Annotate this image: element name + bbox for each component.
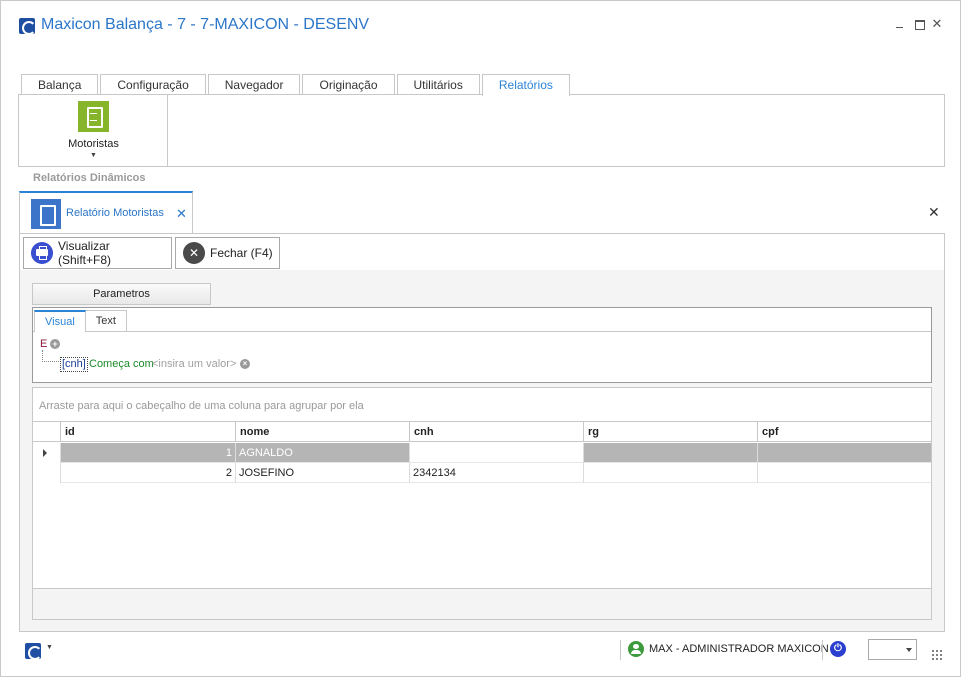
- status-divider: [822, 640, 823, 660]
- ribbon-tabs: Balança Configuração Navegador Originaçã…: [21, 74, 572, 96]
- maxicon-logo-icon: [19, 18, 36, 35]
- section-label: Relatórios Dinâmicos: [33, 172, 146, 184]
- remove-condition-icon[interactable]: ×: [240, 359, 250, 369]
- filter-value-input[interactable]: <insira um valor>: [152, 358, 236, 370]
- logout-power-icon[interactable]: ⏻: [830, 641, 846, 657]
- report-document-icon: [78, 101, 109, 132]
- tab-navegador[interactable]: Navegador: [207, 74, 301, 95]
- column-header-nome[interactable]: nome: [235, 422, 409, 442]
- document-area: Visualizar (Shift+F8) ✕ Fechar (F4) Para…: [19, 233, 945, 632]
- user-icon: [628, 641, 644, 657]
- maxicon-logo-icon[interactable]: [25, 643, 42, 660]
- filter-tree-connector: [42, 350, 59, 362]
- filter-tabs: Visual Text: [34, 310, 127, 332]
- cell-id[interactable]: 2: [60, 463, 235, 483]
- app-window: Maxicon Balança - 7 - 7-MAXICON - DESENV…: [0, 0, 961, 677]
- table-row[interactable]: 1 AGNALDO: [33, 443, 931, 463]
- tab-balanca[interactable]: Balança: [21, 74, 99, 95]
- table-row[interactable]: 2 JOSEFINO 2342134: [33, 463, 931, 483]
- printer-icon: [31, 242, 53, 264]
- preview-button-label: Visualizar (Shift+F8): [58, 239, 112, 267]
- row-indicator: [33, 443, 60, 463]
- dropdown-caret-icon[interactable]: ▼: [46, 644, 53, 651]
- column-header-cpf[interactable]: cpf: [757, 422, 931, 442]
- row-indicator: [33, 463, 60, 483]
- minimize-button[interactable]: [893, 17, 907, 31]
- current-user-label: MAX - ADMINISTRADOR MAXICON: [649, 643, 829, 655]
- column-header-rg[interactable]: rg: [583, 422, 757, 442]
- motoristas-report-button[interactable]: Motoristas ▼: [19, 95, 168, 166]
- status-bar: ▼ MAX - ADMINISTRADOR MAXICON ⏻: [1, 635, 960, 676]
- close-circle-icon: ✕: [183, 242, 205, 264]
- tab-configuracao[interactable]: Configuração: [100, 74, 206, 95]
- current-row-arrow-icon: [43, 449, 47, 457]
- report-document-icon: [31, 199, 61, 229]
- cell-nome[interactable]: JOSEFINO: [235, 463, 409, 483]
- cell-nome[interactable]: AGNALDO: [235, 443, 409, 463]
- cell-cnh[interactable]: 2342134: [409, 463, 583, 483]
- close-document-button[interactable]: ✕ Fechar (F4): [175, 237, 280, 269]
- window-title: Maxicon Balança - 7 - 7-MAXICON - DESENV: [41, 16, 370, 33]
- close-window-button[interactable]: ✕: [930, 17, 944, 31]
- close-tab-icon[interactable]: ✕: [176, 206, 187, 222]
- cell-rg[interactable]: [583, 463, 757, 483]
- close-button-label: Fechar (F4): [210, 246, 273, 260]
- cell-rg[interactable]: [583, 443, 757, 463]
- dropdown-caret-icon[interactable]: ▼: [90, 152, 97, 159]
- parameters-button[interactable]: Parametros: [32, 283, 211, 305]
- status-combo[interactable]: [868, 639, 917, 660]
- status-divider: [620, 640, 621, 660]
- cell-cnh[interactable]: [409, 443, 583, 463]
- filter-operator[interactable]: Começa com: [89, 358, 154, 370]
- document-toolbar: Visualizar (Shift+F8) ✕ Fechar (F4): [20, 234, 944, 270]
- tab-relatorios[interactable]: Relatórios: [481, 74, 570, 96]
- filter-field[interactable]: [cnh]: [60, 357, 88, 372]
- title-bar: Maxicon Balança - 7 - 7-MAXICON - DESENV…: [1, 1, 960, 51]
- results-grid: Arraste para aqui o cabeçalho de uma col…: [32, 387, 932, 620]
- ribbon-panel: Motoristas ▼: [18, 94, 945, 167]
- tab-originacao[interactable]: Originação: [302, 74, 395, 95]
- cell-id[interactable]: 1: [60, 443, 235, 463]
- close-all-documents-icon[interactable]: ✕: [928, 204, 940, 221]
- motoristas-button-label: Motoristas: [68, 138, 119, 150]
- grid-footer: [33, 588, 931, 619]
- column-header-cnh[interactable]: cnh: [409, 422, 583, 442]
- column-header-id[interactable]: id: [60, 422, 235, 442]
- preview-button[interactable]: Visualizar (Shift+F8): [23, 237, 172, 269]
- tab-text[interactable]: Text: [84, 310, 127, 332]
- document-tab-label: Relatório Motoristas: [66, 207, 164, 219]
- cell-cpf[interactable]: [757, 463, 931, 483]
- cell-cpf[interactable]: [757, 443, 931, 463]
- tab-utilitarios[interactable]: Utilitários: [396, 74, 480, 95]
- resize-grip-icon[interactable]: [931, 649, 943, 661]
- group-operator[interactable]: E: [40, 338, 47, 350]
- grid-header: id nome cnh rg cpf: [33, 421, 931, 442]
- tab-visual[interactable]: Visual: [34, 310, 86, 332]
- add-condition-icon[interactable]: +: [50, 339, 60, 349]
- maximize-button[interactable]: [912, 17, 926, 31]
- document-tab-relatorio-motoristas[interactable]: Relatório Motoristas ✕: [19, 191, 193, 234]
- group-by-panel[interactable]: Arraste para aqui o cabeçalho de uma col…: [39, 400, 364, 412]
- filter-tabs-divider: [33, 331, 931, 332]
- filter-editor: Visual Text E + [cnh] Começa com <insira…: [32, 307, 932, 383]
